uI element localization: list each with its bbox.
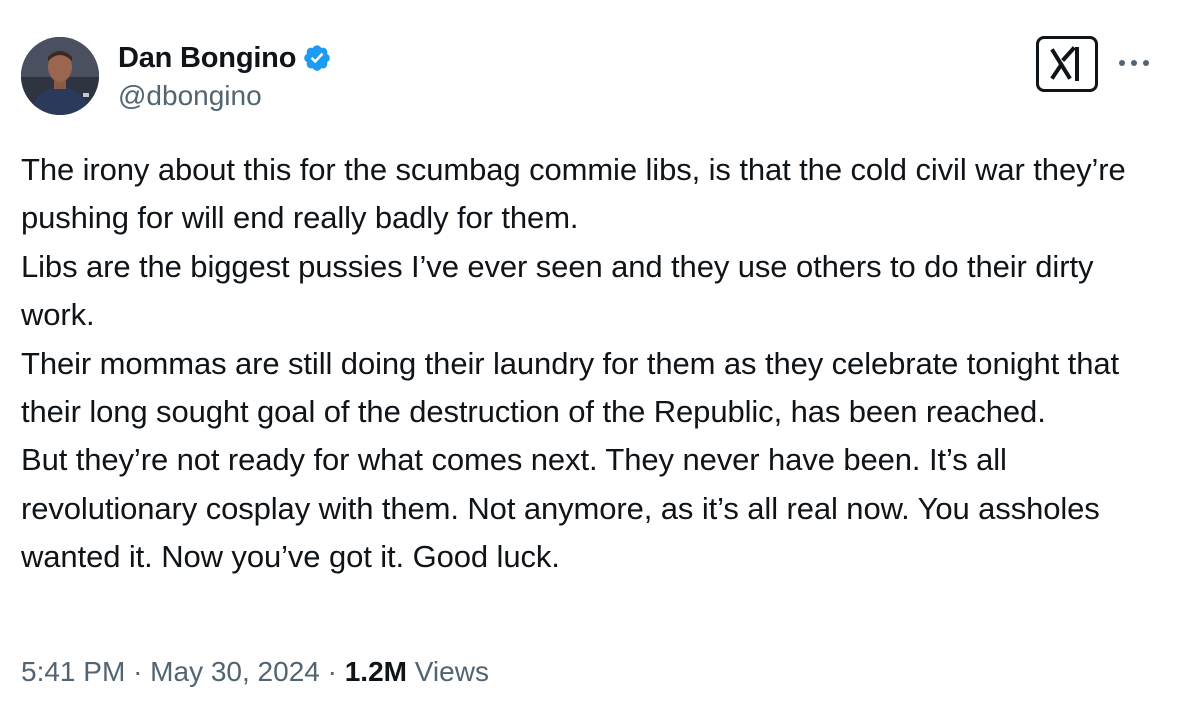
author-name-row: Dan Bongino	[118, 40, 332, 76]
meta-separator: ·	[327, 656, 337, 687]
tweet-text: The irony about this for the scumbag com…	[21, 152, 1126, 575]
tweet-time[interactable]: 5:41 PM	[21, 656, 125, 688]
avatar[interactable]	[21, 37, 99, 115]
author-display-name[interactable]: Dan Bongino	[118, 42, 296, 75]
more-icon[interactable]	[1114, 48, 1154, 78]
tweet-card: Dan Bongino @dbongino The irony about th…	[0, 0, 1178, 714]
meta-separator: ·	[133, 656, 143, 687]
author-handle[interactable]: @dbongino	[118, 80, 262, 112]
views-count[interactable]: 1.2M	[345, 656, 407, 688]
tweet-meta: 5:41 PM · May 30, 2024 · 1.2M Views	[21, 656, 489, 688]
views-label: Views	[414, 656, 489, 687]
verified-badge-icon	[302, 43, 332, 73]
tweet-date[interactable]: May 30, 2024	[150, 656, 320, 688]
grok-icon[interactable]	[1036, 36, 1098, 92]
